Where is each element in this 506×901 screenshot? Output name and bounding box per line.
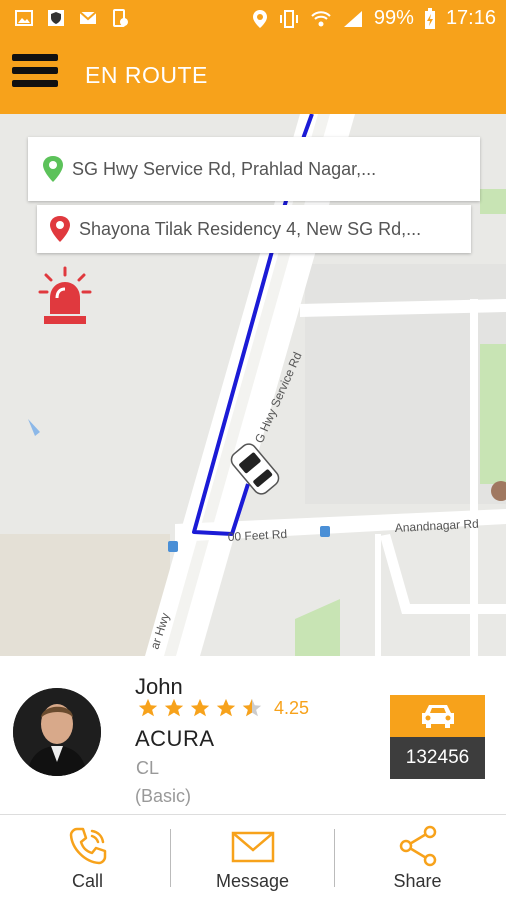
vibrate-icon: [279, 9, 298, 28]
call-label: Call: [71, 871, 103, 891]
hamburger-menu-icon[interactable]: [12, 54, 58, 94]
star-icon: [138, 698, 158, 717]
wifi-icon: [311, 10, 331, 26]
share-label: Share: [393, 871, 442, 891]
shield-app-icon: [48, 10, 64, 26]
map-road: [375, 534, 381, 656]
bus-stop-icon: [320, 526, 330, 537]
red-location-pin-icon: [50, 216, 70, 242]
star-icon: [216, 698, 236, 717]
star-icon: [190, 698, 210, 717]
divider: [170, 829, 171, 887]
phone-icon: [69, 827, 106, 865]
map-block: [0, 534, 170, 656]
alarm-siren-icon[interactable]: [38, 266, 92, 326]
phone-settings-icon: [113, 9, 128, 27]
status-bar: 99% 17:16: [0, 0, 506, 36]
half-star-icon: [242, 698, 262, 717]
message-label: Message: [215, 871, 290, 891]
rating-value: 4.25: [274, 698, 310, 718]
action-bar: Call Message Share: [0, 814, 506, 901]
message-button[interactable]: Message: [195, 815, 310, 901]
star-icon: [164, 698, 184, 717]
car-model: CL: [136, 758, 160, 778]
signal-icon: [343, 10, 362, 27]
share-button[interactable]: Share: [370, 815, 465, 901]
mail-icon: [79, 11, 97, 24]
star-rating: [137, 697, 263, 719]
driver-avatar: [13, 688, 101, 776]
battery-icon: [424, 7, 435, 29]
car-class: (Basic): [135, 786, 192, 806]
taxi-icon: [421, 705, 454, 728]
green-location-pin-icon: [43, 156, 63, 182]
bus-stop-icon: [168, 541, 178, 552]
taxi-number: 132456: [390, 737, 485, 779]
battery-percent: 99%: [373, 7, 414, 29]
dropoff-address-box[interactable]: Shayona Tilak Residency 4, New SG Rd,...: [37, 205, 471, 253]
pickup-address: SG Hwy Service Rd, Prahlad Nagar,...: [72, 158, 377, 179]
share-icon: [399, 825, 436, 867]
map-park: [480, 189, 506, 214]
pickup-address-box[interactable]: SG Hwy Service Rd, Prahlad Nagar,...: [28, 137, 480, 201]
car-make: ACURA: [135, 726, 215, 751]
dropoff-address: Shayona Tilak Residency 4, New SG Rd,...: [79, 218, 422, 239]
location-icon: [252, 9, 267, 28]
map-park: [480, 344, 506, 484]
gallery-icon: [15, 10, 33, 26]
clock: 17:16: [445, 7, 496, 29]
envelope-icon: [231, 831, 274, 863]
divider: [334, 829, 335, 887]
map-road: [470, 299, 478, 656]
page-title: EN ROUTE: [85, 62, 208, 88]
vehicle-badge: 132456: [390, 695, 485, 779]
app-bar: EN ROUTE: [0, 36, 506, 114]
call-button[interactable]: Call: [40, 815, 135, 901]
